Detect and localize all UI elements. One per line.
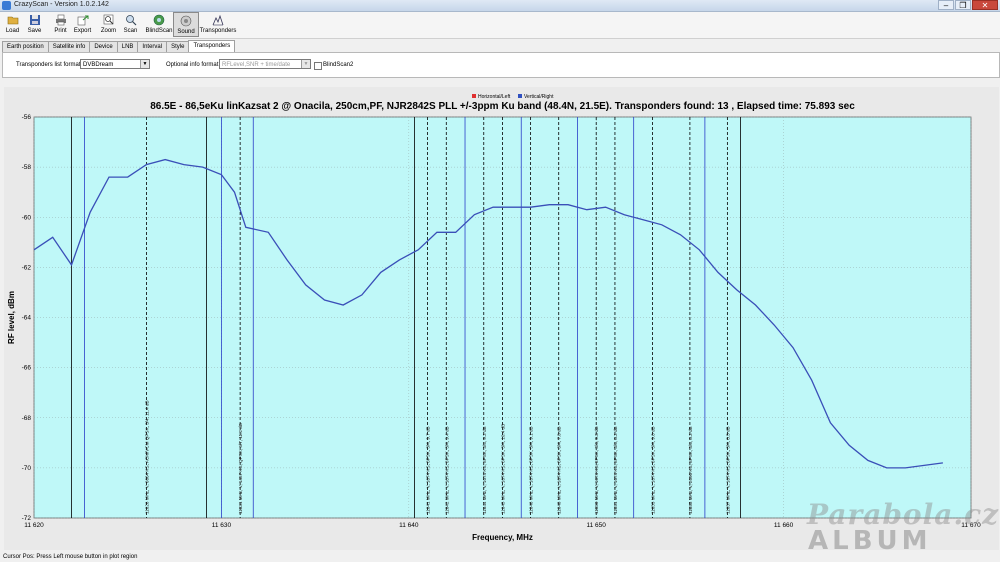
transponders-panel: Transponders list format DVBDream ▼ Opti… — [2, 52, 1000, 78]
y-tick-label: -60 — [22, 214, 32, 221]
transponder-label: 11645 MHz, V, 1074 KS, 8PSK, 3/4, 10.4 d… — [501, 424, 506, 514]
tab-device[interactable]: Device — [89, 41, 118, 52]
minimize-button[interactable]: – — [938, 0, 954, 10]
y-tick-label: -62 — [22, 264, 32, 271]
blindscan2-label: BlindScan2 — [323, 62, 354, 68]
x-tick-label: 11 630 — [212, 522, 232, 529]
maximize-button[interactable]: ❐ — [955, 0, 971, 10]
status-bar: Cursor Pos: Press Left mouse button in p… — [0, 552, 1000, 562]
transponder-label: 11657 MHz, V, 1074 KS, 8PSK, 3/4, 8.5 dB — [725, 426, 730, 514]
spectrum-chart[interactable]: 86.5E - 86,5eKu linKazsat 2 @ Onacila, 2… — [4, 87, 999, 550]
zoom-button[interactable]: Zoom — [98, 12, 119, 37]
zoom-icon — [103, 14, 113, 25]
transponder-label: 11648 MHz, V, 1074 KS, 8PSK, 3/4, 7.8 dB — [557, 426, 562, 514]
tab-interval[interactable]: Interval — [137, 41, 168, 52]
sound-label: Sound — [177, 29, 195, 35]
transponder-label: 11631 MHz, V, 1457 KS, QPSK, 6/7, 11.2 d… — [238, 423, 243, 514]
load-label: Load — [5, 28, 20, 34]
transponder-label: 11644 MHz, V, 1074 KS, 8PSK, 3/4, 9.2 dB — [482, 426, 487, 514]
chevron-down-icon: ▼ — [140, 60, 149, 68]
scan-button[interactable]: Scan — [120, 12, 141, 37]
save-button[interactable]: Save — [24, 12, 45, 37]
tab-style[interactable]: Style — [166, 41, 190, 52]
transponder-label: 11646 MHz, V, 1074 KS, 8PSK, 3/4, 9.1 dB — [529, 426, 534, 514]
y-tick-label: -72 — [22, 515, 32, 522]
blindscan-button[interactable]: BlindScan — [145, 12, 173, 37]
y-tick-label: -56 — [22, 114, 32, 121]
sound-icon — [180, 15, 192, 27]
scan-label: Scan — [123, 28, 138, 34]
legend-entry: Vertical/Right — [524, 94, 554, 100]
settings-tabs: Earth position Satellite info Device LNB… — [2, 40, 236, 52]
optional-info-select[interactable]: RFLevel,SNR + time/date ▼ — [219, 59, 311, 69]
toolbar: Load Save Print Export Zoom Scan BlindSc… — [0, 12, 1000, 39]
zoom-label: Zoom — [100, 28, 117, 34]
optional-info-label: Optional info format — [166, 62, 219, 68]
tab-lnb[interactable]: LNB — [116, 41, 139, 52]
y-tick-label: -68 — [22, 415, 32, 422]
plot-area[interactable]: 86.5E - 86,5eKu linKazsat 2 @ Onacila, 2… — [4, 87, 999, 550]
app-icon — [2, 1, 11, 10]
export-button[interactable]: Export — [72, 12, 93, 37]
load-button[interactable]: Load — [2, 12, 23, 37]
y-tick-label: -70 — [22, 465, 32, 472]
transponders-label: Transponders — [199, 28, 237, 34]
legend-swatch — [472, 94, 476, 98]
export-icon — [77, 15, 88, 26]
scan-icon — [125, 15, 136, 26]
optional-info-value: RFLevel,SNR + time/date — [222, 62, 291, 68]
y-tick-label: -66 — [22, 365, 32, 372]
print-icon — [55, 14, 66, 26]
x-tick-label: 11 650 — [586, 522, 606, 529]
transponder-label: 11650 MHz, V, 1074 KS, 8PSK, 3/4, 9.3 dB — [594, 426, 599, 514]
load-icon — [7, 16, 18, 25]
window-controls: – ❐ ✕ — [938, 0, 998, 10]
x-tick-label: 11 660 — [774, 522, 794, 529]
transponders-button[interactable]: Transponders — [200, 12, 236, 37]
transponders-icon — [212, 14, 224, 26]
transponder-label: 11641 MHz, V, 1074 KS, 8PSK, 3/4, 9.7 dB — [426, 426, 431, 514]
tab-transponders[interactable]: Transponders — [188, 40, 236, 52]
blindscan-label: BlindScan — [145, 28, 173, 34]
legend-swatch — [518, 94, 522, 98]
sound-button[interactable]: Sound — [173, 12, 199, 37]
close-button[interactable]: ✕ — [972, 0, 998, 10]
transponder-label: 11653 MHz, V, 1074 KS, 8PSK, 3/4, 9.0 dB — [650, 426, 655, 514]
chevron-down-icon: ▼ — [301, 60, 310, 68]
chart-title: 86.5E - 86,5eKu linKazsat 2 @ Onacila, 2… — [150, 101, 855, 112]
y-axis-label: RF level, dBm — [7, 291, 16, 344]
blindscan-icon — [153, 14, 165, 26]
tab-earth-position[interactable]: Earth position — [2, 41, 49, 52]
y-tick-label: -58 — [22, 164, 32, 171]
x-tick-label: 11 620 — [24, 522, 44, 529]
list-format-select[interactable]: DVBDream ▼ — [80, 59, 150, 69]
blindscan2-checkbox[interactable] — [314, 62, 322, 70]
transponder-label: 11655 MHz, V, 2090 KS, 8PSK, 3/4, 8.2 dB — [688, 426, 693, 514]
status-text: Cursor Pos: Press Left mouse button in p… — [3, 554, 138, 560]
print-label: Print — [54, 28, 67, 34]
title-bar: CrazyScan - Version 1.0.2.142 – ❐ ✕ — [0, 0, 1000, 12]
transponder-label: 11651 MHz, V, 1074 KS, 8PSK, 3/4, 8.2 dB — [613, 426, 618, 514]
save-icon — [29, 15, 40, 25]
x-axis-label: Frequency, MHz — [472, 533, 533, 542]
window-title: CrazyScan - Version 1.0.2.142 — [14, 1, 109, 8]
transponder-label: 11642 MHz, V, 1074 KS, 8PSK, 3/4, 9.4 dB — [444, 426, 449, 514]
y-tick-label: -64 — [22, 315, 32, 322]
export-label: Export — [73, 28, 92, 34]
legend-entry: Horizontal/Left — [478, 94, 511, 100]
transponder-label: 11626 MHz, V, 6664 KS, ACM/VCM QPSK, 3/4… — [144, 400, 149, 514]
x-tick-label: 11 640 — [399, 522, 419, 529]
list-format-value: DVBDream — [83, 62, 114, 68]
list-format-label: Transponders list format — [16, 62, 81, 68]
print-button[interactable]: Print — [50, 12, 71, 37]
tab-satellite-info[interactable]: Satellite info — [47, 41, 91, 52]
save-label: Save — [27, 28, 42, 34]
